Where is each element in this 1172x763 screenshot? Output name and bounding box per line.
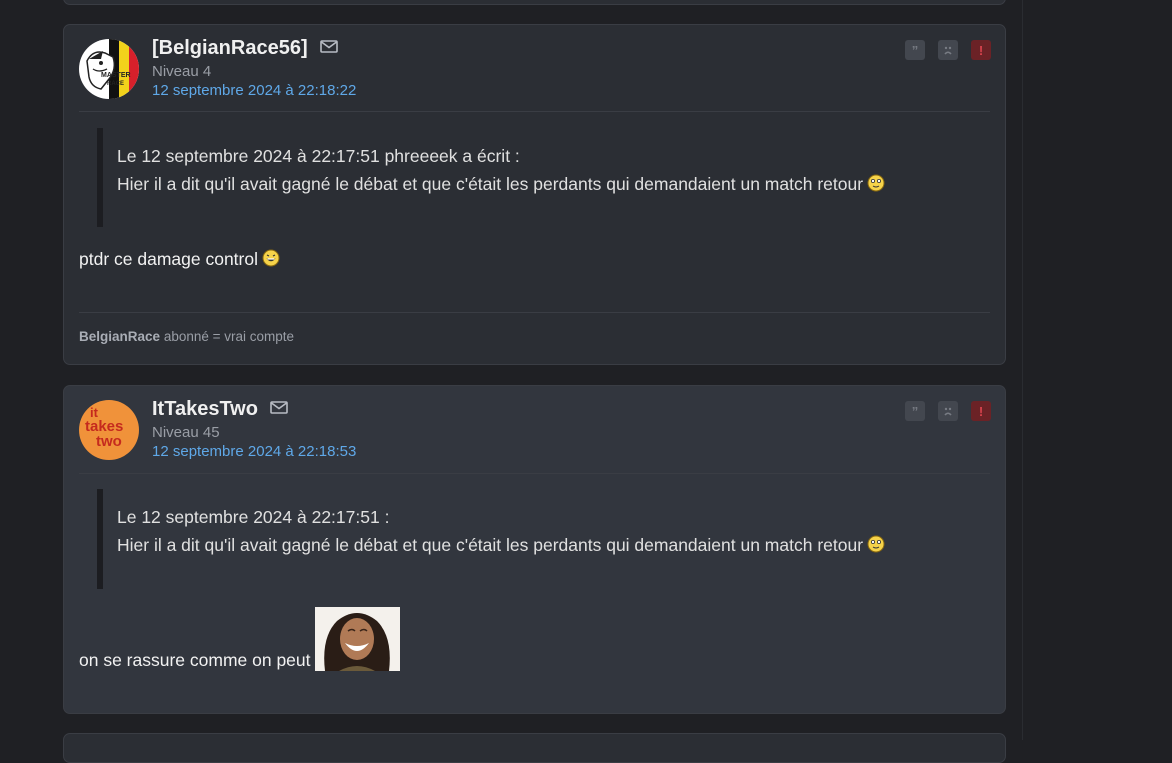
post-actions: ” ! bbox=[905, 40, 991, 60]
avatar-text: MASTER bbox=[101, 72, 131, 79]
next-post-card bbox=[63, 733, 1006, 763]
user-level: Niveau 4 bbox=[152, 63, 212, 80]
message-text: ptdr ce damage control bbox=[79, 249, 258, 270]
post-date-link[interactable]: 12 septembre 2024 à 22:18:22 bbox=[152, 82, 356, 99]
quote-header: Le 12 septembre 2024 à 22:17:51 phreeeek… bbox=[117, 146, 520, 166]
avatar-text: two bbox=[96, 433, 122, 450]
quote-icon[interactable]: ” bbox=[905, 401, 925, 421]
quote-block: Le 12 septembre 2024 à 22:17:51 : Hier i… bbox=[97, 489, 990, 589]
quote-header: Le 12 septembre 2024 à 22:17:51 : bbox=[117, 507, 390, 527]
quote-text: Hier il a dit qu'il avait gagné le débat… bbox=[117, 535, 864, 556]
post-actions: ” ! bbox=[905, 401, 991, 421]
forum-post: it takes two ItTakesTwo Niveau 45 12 sep… bbox=[63, 385, 1006, 714]
quote-icon[interactable]: ” bbox=[905, 40, 925, 60]
post-author[interactable]: ItTakesTwo bbox=[152, 398, 288, 421]
reaction-image[interactable] bbox=[314, 607, 400, 671]
sad-face-icon[interactable] bbox=[938, 40, 958, 60]
smiley-icon bbox=[867, 174, 885, 197]
header-divider bbox=[79, 111, 990, 112]
quote-text: Hier il a dit qu'il avait gagné le débat… bbox=[117, 174, 864, 195]
signature: BelgianRace abonné = vrai compte bbox=[79, 329, 294, 344]
laugh-icon bbox=[262, 249, 280, 272]
quote-block: Le 12 septembre 2024 à 22:17:51 phreeeek… bbox=[97, 128, 990, 227]
user-level: Niveau 45 bbox=[152, 424, 220, 441]
smiley-icon bbox=[867, 535, 885, 558]
alert-icon[interactable]: ! bbox=[971, 40, 991, 60]
username[interactable]: ItTakesTwo bbox=[152, 398, 258, 420]
quote-text-line: Hier il a dit qu'il avait gagné le débat… bbox=[117, 174, 885, 197]
quote-text-line: Hier il a dit qu'il avait gagné le débat… bbox=[117, 535, 885, 558]
avatar[interactable]: MASTER RACE bbox=[79, 39, 139, 99]
signature-name: BelgianRace bbox=[79, 329, 161, 344]
post-date-link[interactable]: 12 septembre 2024 à 22:18:53 bbox=[152, 443, 356, 460]
message-body: ptdr ce damage control bbox=[79, 249, 280, 272]
mail-icon[interactable] bbox=[270, 397, 288, 420]
mail-icon[interactable] bbox=[319, 36, 338, 59]
avatar[interactable]: it takes two bbox=[79, 400, 139, 460]
column-separator bbox=[1022, 0, 1023, 740]
forum-post: MASTER RACE [BelgianRace56] Niveau 4 12 … bbox=[63, 24, 1006, 365]
quote-bar bbox=[97, 128, 103, 227]
avatar-text: RACE bbox=[107, 81, 125, 87]
alert-icon[interactable]: ! bbox=[971, 401, 991, 421]
username[interactable]: [BelgianRace56] bbox=[152, 37, 308, 59]
previous-post-card bbox=[63, 0, 1006, 5]
message-body: on se rassure comme on peut bbox=[79, 607, 400, 671]
header-divider bbox=[79, 473, 990, 474]
post-author[interactable]: [BelgianRace56] bbox=[152, 37, 338, 60]
quote-bar bbox=[97, 489, 103, 589]
sad-face-icon[interactable] bbox=[938, 401, 958, 421]
signature-divider bbox=[79, 312, 990, 313]
message-text: on se rassure comme on peut bbox=[79, 650, 311, 670]
signature-text: abonné = vrai compte bbox=[163, 329, 295, 344]
